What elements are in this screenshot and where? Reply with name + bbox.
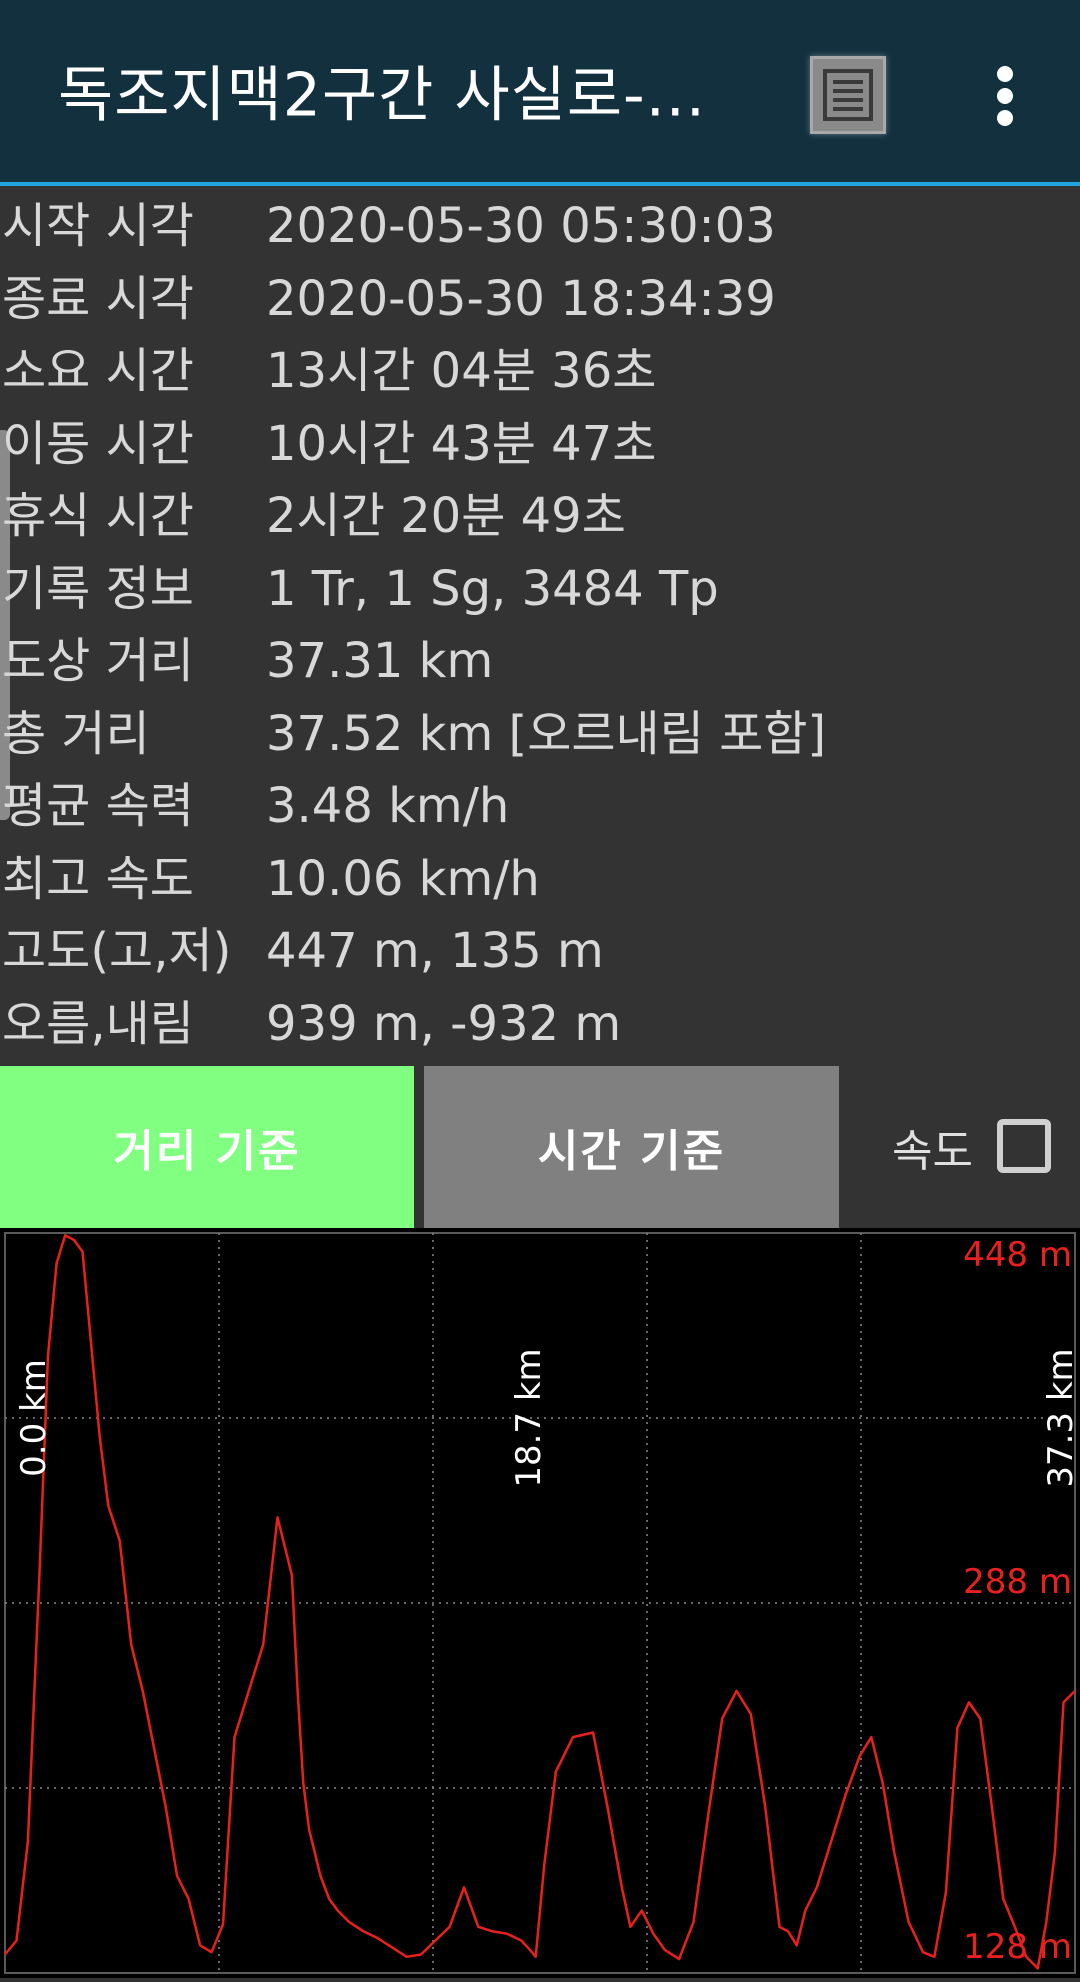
speed-checkbox[interactable] [997, 1119, 1051, 1173]
info-value: 1 Tr, 1 Sg, 3484 Tp [266, 560, 719, 617]
list-icon [823, 69, 873, 121]
info-row: 시작 시각 2020-05-30 05:30:03 [0, 196, 1080, 269]
info-label: 오름,내림 [2, 995, 194, 1052]
elevation-chart-svg: 448 m 288 m 128 m 0.0 km 18.7 km 37.3 km [4, 1232, 1080, 1974]
info-value: 2020-05-30 18:34:39 [266, 270, 776, 327]
y-tick-label: 288 m [963, 1562, 1072, 1602]
y-tick-label: 448 m [963, 1235, 1072, 1275]
chart-frame [4, 1232, 1076, 1974]
more-vert-icon [997, 66, 1013, 126]
info-label: 고도(고,저) [2, 923, 232, 979]
info-label: 도상 거리 [2, 633, 194, 689]
info-label: 이동 시간 [2, 415, 194, 472]
info-value: 447 m, 135 m [266, 923, 604, 979]
info-row: 기록 정보 1 Tr, 1 Sg, 3484 Tp [0, 559, 1080, 632]
info-label: 종료 시각 [2, 270, 194, 327]
info-label: 소요 시간 [2, 343, 194, 399]
info-row: 오름,내림 939 m, -932 m [0, 994, 1080, 1067]
info-label: 시작 시각 [2, 198, 194, 254]
y-tick-label: 128 m [963, 1927, 1072, 1967]
x-tick-label: 37.3 km [1041, 1348, 1080, 1487]
info-row: 소요 시간 13시간 04분 36초 [0, 341, 1080, 414]
info-row: 휴식 시간 2시간 20분 49초 [0, 486, 1080, 559]
list-view-button[interactable] [810, 56, 886, 134]
info-row: 종료 시각 2020-05-30 18:34:39 [0, 269, 1080, 342]
info-value: 37.31 km [266, 633, 494, 689]
info-row: 평균 속력 3.48 km/h [0, 776, 1080, 849]
info-value: 10.06 km/h [266, 850, 540, 907]
time-basis-button[interactable]: 시간 기준 [424, 1066, 839, 1228]
page-title: 독조지맥2구간 사실로-... [58, 60, 706, 131]
speed-label: 속도 [892, 1126, 973, 1177]
info-label: 평균 속력 [2, 778, 194, 834]
info-label: 휴식 시간 [2, 488, 194, 544]
info-label: 기록 정보 [2, 560, 194, 617]
info-row: 총 거리 37.52 km [오르내림 포함] [0, 704, 1080, 777]
track-info-list: 시작 시각 2020-05-30 05:30:03 종료 시각 2020-05-30 … [0, 196, 1080, 1066]
info-value: 2시간 20분 49초 [266, 488, 626, 544]
info-label: 최고 속도 [2, 850, 194, 907]
info-value: 2020-05-30 05:30:03 [266, 198, 776, 254]
info-value: 13시간 04분 36초 [266, 343, 657, 399]
info-value: 37.52 km [오르내림 포함] [266, 705, 827, 762]
elevation-line [4, 1234, 1076, 1970]
info-row: 최고 속도 10.06 km/h [0, 849, 1080, 922]
info-row: 이동 시간 10시간 43분 47초 [0, 414, 1080, 487]
info-value: 3.48 km/h [266, 778, 510, 834]
info-value: 10시간 43분 47초 [266, 415, 657, 472]
info-row: 고도(고,저) 447 m, 135 m [0, 921, 1080, 994]
x-tick-label: 18.7 km [509, 1348, 549, 1487]
info-value: 939 m, -932 m [266, 995, 622, 1052]
overflow-menu-button[interactable] [975, 60, 1035, 132]
info-label: 총 거리 [2, 705, 150, 762]
info-row: 도상 거리 37.31 km [0, 631, 1080, 704]
app-bar: 독조지맥2구간 사실로-... [0, 0, 1080, 186]
x-tick-label: 0.0 km [14, 1359, 54, 1477]
elevation-chart[interactable]: 448 m 288 m 128 m 0.0 km 18.7 km 37.3 km [0, 1228, 1080, 1978]
distance-basis-button[interactable]: 거리 기준 [0, 1066, 414, 1228]
